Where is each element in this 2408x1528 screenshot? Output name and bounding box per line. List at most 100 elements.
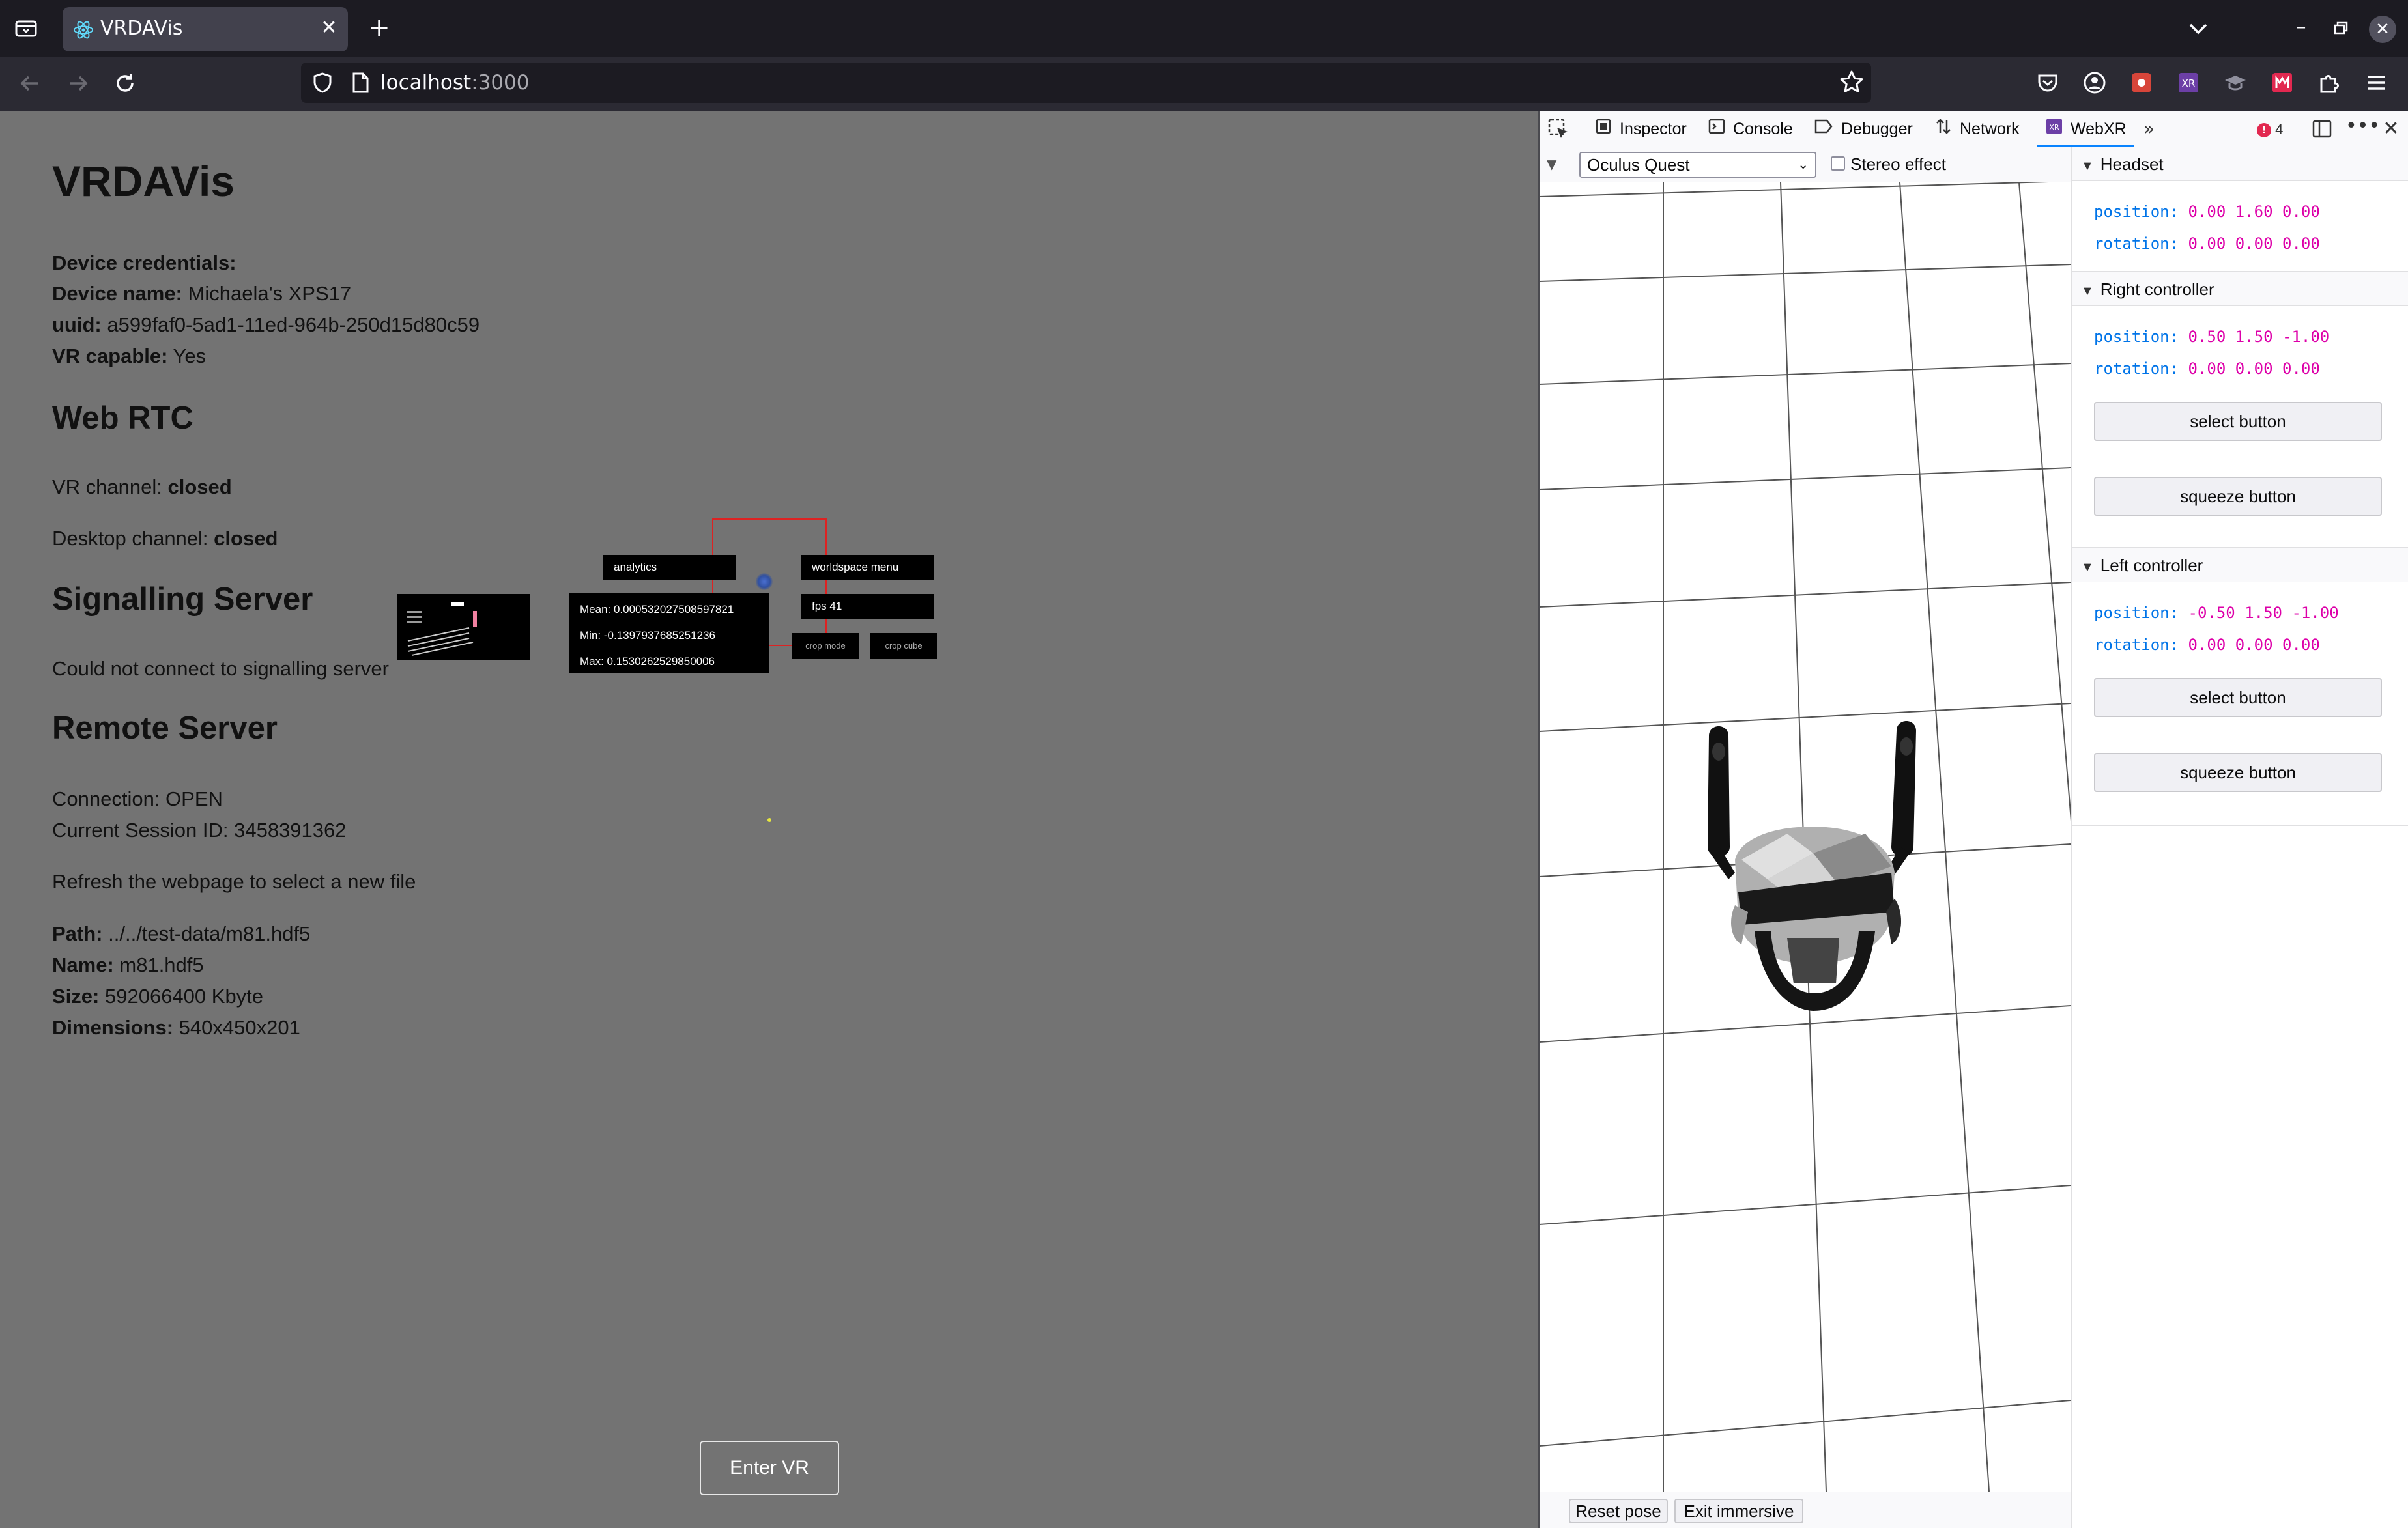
- expand-triangle-icon: ▼: [2081, 560, 2094, 574]
- restore-icon[interactable]: [2326, 14, 2355, 43]
- more-tabs-chevron-icon[interactable]: »: [2143, 119, 2163, 139]
- stats-max: Max: 0.1530262529850006: [580, 655, 715, 668]
- left-squeeze-button[interactable]: squeeze button: [2094, 753, 2382, 792]
- left-controller-position[interactable]: position: -0.50 1.50 -1.00: [2094, 600, 2339, 626]
- left-select-button[interactable]: select button: [2094, 678, 2382, 717]
- webxr-3d-viewport[interactable]: [1540, 182, 2071, 1492]
- element-picker-icon[interactable]: [1547, 117, 1570, 141]
- device-name-row: Device name: Michaela's XPS17: [52, 282, 352, 305]
- right-squeeze-button[interactable]: squeeze button: [2094, 477, 2382, 516]
- refresh-note: Refresh the webpage to select a new file: [52, 870, 416, 893]
- dimensions-row: Dimensions: 540x450x201: [52, 1016, 300, 1039]
- console-icon: [1708, 114, 1725, 145]
- tab-title: VRDAVis: [100, 17, 183, 40]
- path-row: Path: ../../test-data/m81.hdf5: [52, 922, 311, 945]
- left-controller-model: [1708, 726, 1735, 879]
- account-icon[interactable]: [2081, 69, 2108, 96]
- page-icon[interactable]: [349, 72, 371, 94]
- svg-text:XR: XR: [2049, 123, 2059, 132]
- signalling-status: Could not connect to signalling server: [52, 657, 389, 680]
- window-close-icon[interactable]: ✕: [2369, 16, 2396, 43]
- device-pose-panel: [2071, 147, 2408, 1528]
- svg-text:XR: XR: [2182, 78, 2196, 89]
- pocket-icon[interactable]: [2034, 69, 2061, 96]
- signalling-heading: Signalling Server: [52, 582, 313, 617]
- webxr-icon: XR: [2046, 114, 2063, 145]
- size-row: Size: 592066400 Kbyte: [52, 985, 264, 1008]
- reset-pose-button[interactable]: Reset pose: [1569, 1499, 1668, 1523]
- network-arrows-icon: [1935, 114, 1952, 145]
- right-controller-rotation[interactable]: rotation: 0.00 0.00 0.00: [2094, 356, 2320, 382]
- right-select-button[interactable]: select button: [2094, 402, 2382, 441]
- close-devtools-icon[interactable]: ✕: [2379, 117, 2403, 141]
- analytics-label[interactable]: analytics: [603, 555, 736, 580]
- shield-icon[interactable]: [311, 72, 334, 94]
- vr-thumbnail-graphic: [407, 602, 477, 656]
- left-controller-rotation[interactable]: rotation: 0.00 0.00 0.00: [2094, 632, 2320, 658]
- right-controller-section-header[interactable]: ▼ Right controller: [2072, 272, 2408, 306]
- headset-position[interactable]: position: 0.00 1.60 0.00: [2094, 199, 2320, 225]
- webrtc-heading: Web RTC: [52, 401, 194, 436]
- exit-immersive-button[interactable]: Exit immersive: [1674, 1499, 1803, 1523]
- stats-mean: Mean: 0.000532027508597821: [580, 603, 734, 615]
- tab-console[interactable]: Console: [1708, 113, 1793, 145]
- dock-side-icon[interactable]: [2310, 117, 2334, 141]
- right-controller-position[interactable]: position: 0.50 1.50 -1.00: [2094, 324, 2329, 350]
- webxr-extension-icon[interactable]: XR: [2175, 69, 2202, 96]
- page-title: VRDAVis: [52, 157, 235, 205]
- vr-channel-row: VR channel: closed: [52, 475, 232, 498]
- url-bar[interactable]: [301, 63, 1871, 103]
- headset-rotation[interactable]: rotation: 0.00 0.00 0.00: [2094, 231, 2320, 257]
- more-options-icon[interactable]: •••: [2345, 117, 2380, 141]
- session-id: Current Session ID: 3458391362: [52, 819, 347, 842]
- extensions-puzzle-icon[interactable]: [2315, 69, 2343, 96]
- debugger-icon: [1814, 114, 1833, 145]
- new-tab-button[interactable]: +: [365, 14, 394, 43]
- tab-network[interactable]: Network: [1935, 113, 2020, 145]
- stereo-effect-checkbox[interactable]: [1831, 156, 1845, 171]
- crop-cube-button[interactable]: crop cube: [870, 633, 937, 659]
- expand-triangle-icon: ▼: [2081, 159, 2094, 173]
- section-divider: [2072, 825, 2408, 826]
- enter-vr-button[interactable]: Enter VR: [700, 1441, 839, 1495]
- collapse-triangle-icon[interactable]: ▼: [1547, 156, 1564, 173]
- connection-status: Connection: OPEN: [52, 787, 223, 810]
- bookmark-star-icon[interactable]: [1839, 69, 1865, 95]
- headset-model: [1731, 827, 1902, 1011]
- back-arrow-icon[interactable]: [12, 65, 48, 102]
- reload-icon[interactable]: [107, 65, 143, 102]
- error-icon: !: [2257, 123, 2271, 138]
- graduation-cap-icon[interactable]: [2222, 69, 2249, 96]
- tab-debugger[interactable]: Debugger: [1814, 113, 1913, 145]
- error-badge[interactable]: ! 4: [2257, 120, 2283, 139]
- minimize-icon[interactable]: –: [2287, 14, 2315, 43]
- crop-mode-button[interactable]: crop mode: [792, 633, 859, 659]
- url-text[interactable]: localhost:3000: [380, 68, 530, 98]
- fps-counter: fps 41: [801, 594, 934, 619]
- tab-inspector[interactable]: Inspector: [1595, 113, 1687, 145]
- volume-render-blob: [756, 573, 773, 590]
- chevron-down-icon: ⌄: [1798, 158, 1809, 172]
- tab-list-icon[interactable]: [9, 14, 43, 43]
- uuid-row: uuid: a599faf0-5ad1-11ed-964b-250d15d80c…: [52, 313, 480, 336]
- left-controller-section-header[interactable]: ▼ Left controller: [2072, 548, 2408, 582]
- vr-pointer-dot: [767, 818, 771, 822]
- expand-triangle-icon: ▼: [2081, 284, 2094, 298]
- headset-section-header[interactable]: ▼ Headset: [2072, 147, 2408, 181]
- menu-hamburger-icon[interactable]: [2362, 69, 2390, 96]
- grid-floor-graphic: [1540, 182, 2071, 1492]
- forward-arrow-icon[interactable]: [60, 65, 96, 102]
- stats-panel: Mean: 0.000532027508597821 Min: -0.13979…: [569, 593, 769, 673]
- tab-close-icon[interactable]: ✕: [318, 17, 340, 39]
- device-select[interactable]: Oculus Quest ⌄: [1579, 152, 1816, 178]
- chevron-down-icon[interactable]: [2185, 16, 2211, 42]
- worldspace-menu-label[interactable]: worldspace menu: [801, 555, 934, 580]
- react-devtools-icon[interactable]: [2128, 69, 2155, 96]
- red-extension-icon[interactable]: [2269, 69, 2296, 96]
- stats-min: Min: -0.1397937685251236: [580, 629, 715, 642]
- vr-capable-row: VR capable: Yes: [52, 345, 207, 367]
- stereo-effect-label: Stereo effect: [1850, 154, 1946, 174]
- remote-server-heading: Remote Server: [52, 711, 278, 746]
- tab-webxr[interactable]: XR WebXR: [2046, 113, 2127, 145]
- desktop-channel-row: Desktop channel: closed: [52, 527, 278, 550]
